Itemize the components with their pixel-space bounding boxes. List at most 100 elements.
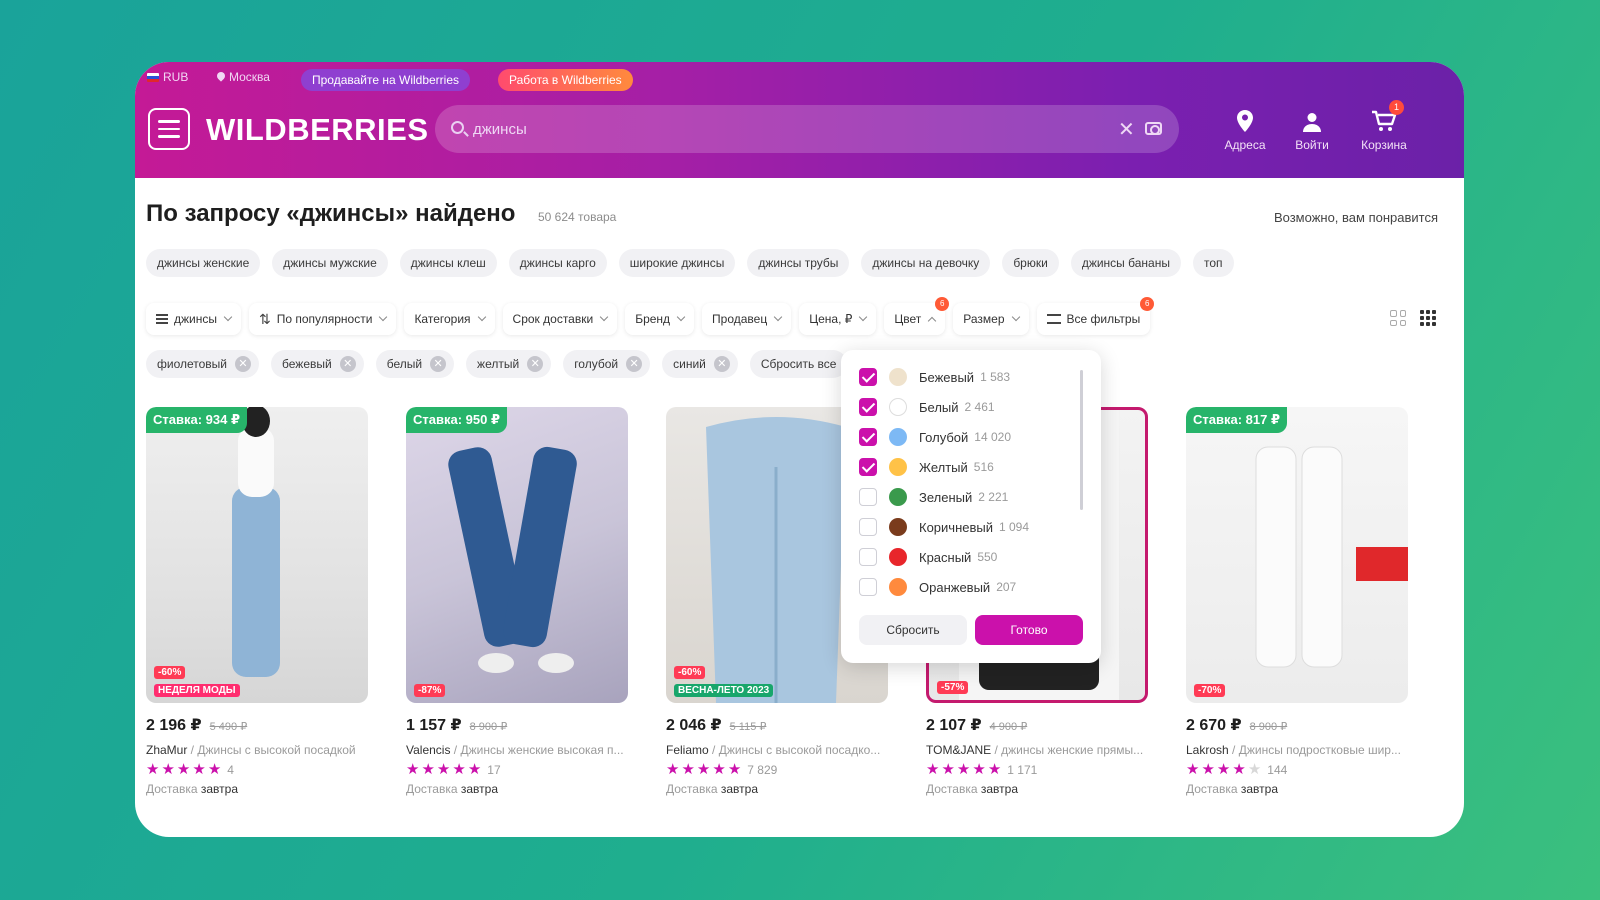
grid-view-icon[interactable]: [1390, 310, 1406, 326]
suggestion-chip[interactable]: джинсы бананы: [1070, 249, 1181, 277]
dropdown-reset-button[interactable]: Сбросить: [859, 615, 967, 645]
discount-badge: -60%: [154, 666, 186, 679]
product-brand: Valencis: [406, 743, 451, 757]
suggestion-chip[interactable]: джинсы мужские: [272, 249, 388, 277]
color-option[interactable]: Зеленый 2 221: [859, 482, 1008, 512]
selected-filter-label: синий: [673, 357, 706, 371]
color-option-count: 2 221: [978, 490, 1009, 504]
suggestion-chip[interactable]: топ: [1192, 249, 1234, 277]
brand-filter-button[interactable]: Бренд: [625, 303, 695, 335]
color-option[interactable]: Оранжевый 207: [859, 572, 1016, 602]
login-button[interactable]: Войти: [1280, 106, 1344, 152]
product-image[interactable]: Ставка: 817 ₽ -70%: [1186, 407, 1408, 703]
clear-icon[interactable]: ✕: [1118, 117, 1135, 142]
bid-badge: Ставка: 950 ₽: [406, 407, 508, 433]
camera-icon[interactable]: [1145, 122, 1162, 135]
location-pin-icon: [1213, 106, 1277, 132]
color-option[interactable]: Желтый 516: [859, 452, 994, 482]
size-filter-button[interactable]: Размер: [953, 303, 1029, 335]
category-filter-button[interactable]: Категория: [404, 303, 495, 335]
product-card[interactable]: Ставка: 950 ₽ -87% 1 157 ₽ 8 900 ₽ Valencis …: [406, 407, 628, 796]
color-option-count: 1 094: [999, 520, 1030, 534]
checkbox[interactable]: [859, 398, 877, 416]
user-icon: [1280, 106, 1344, 132]
sell-on-wildberries-link[interactable]: Продавайте на Wildberries: [301, 69, 471, 91]
color-option[interactable]: Красный 550: [859, 542, 997, 572]
checkbox[interactable]: [859, 548, 877, 566]
dropdown-done-button[interactable]: Готово: [975, 615, 1083, 645]
suggestion-chip[interactable]: широкие джинсы: [618, 249, 736, 277]
cart-button[interactable]: 1 Корзина: [1352, 100, 1416, 152]
checkbox[interactable]: [859, 368, 877, 386]
product-photo: [448, 446, 577, 673]
site-header: RUB Москва Продавайте на Wildberries Раб…: [135, 62, 1464, 178]
remove-filter-icon[interactable]: ✕: [430, 356, 447, 372]
color-option[interactable]: Белый 2 461: [859, 392, 995, 422]
suggestion-chip[interactable]: джинсы трубы: [747, 249, 850, 277]
remove-filter-icon[interactable]: ✕: [339, 356, 356, 372]
product-title[interactable]: Feliamo / Джинсы с высокой посадко...: [666, 743, 888, 757]
all-filters-button[interactable]: Все фильтры 6: [1036, 297, 1155, 335]
suggestion-chip[interactable]: джинсы женские: [146, 249, 261, 277]
product-title[interactable]: TOM&JANE / джинсы женские прямы...: [926, 743, 1148, 757]
color-option-name: Оранжевый: [919, 579, 991, 595]
checkbox[interactable]: [859, 488, 877, 506]
color-option[interactable]: Коричневый 1 094: [859, 512, 1029, 542]
maybe-like-link[interactable]: Возможно, вам понравится: [1274, 210, 1438, 225]
checkbox[interactable]: [859, 518, 877, 536]
delivery-info: Доставка завтра: [1186, 782, 1408, 796]
star-icon: ★: [696, 761, 711, 778]
product-title[interactable]: Lakrosh / Джинсы подростковые шир...: [1186, 743, 1408, 757]
suggestion-chip[interactable]: джинсы клеш: [399, 249, 497, 277]
remove-filter-icon[interactable]: ✕: [527, 356, 544, 372]
seller-filter-button[interactable]: Продавец: [702, 303, 792, 335]
color-swatch: [889, 488, 907, 506]
product-card[interactable]: Ставка: 934 ₽ -60% НЕДЕЛЯ МОДЫ 2 196 ₽ 5 490…: [146, 407, 368, 796]
delivery-day: завтра: [720, 782, 759, 796]
color-option[interactable]: Бежевый 1 583: [859, 362, 1010, 392]
color-filter-button[interactable]: Цвет 6: [884, 297, 950, 335]
reset-all-filters-button[interactable]: Сбросить все: [749, 350, 848, 378]
product-image[interactable]: Ставка: 934 ₽ -60% НЕДЕЛЯ МОДЫ: [146, 407, 368, 703]
checkbox[interactable]: [859, 428, 877, 446]
color-option-name: Голубой: [919, 429, 969, 445]
product-old-price: 5 490 ₽: [209, 721, 248, 733]
remove-filter-icon[interactable]: ✕: [713, 356, 730, 372]
suggestion-chip[interactable]: джинсы на девочку: [861, 249, 991, 277]
work-at-wildberries-link[interactable]: Работа в Wildberries: [498, 69, 633, 91]
remove-filter-icon[interactable]: ✕: [626, 356, 643, 372]
star-icon: ★: [161, 761, 175, 778]
menu-button[interactable]: [148, 108, 190, 150]
color-option[interactable]: Голубой 14 020: [859, 422, 1011, 452]
city-selector[interactable]: Москва: [217, 70, 270, 84]
query-filter-button[interactable]: джинсы: [146, 303, 241, 335]
product-title[interactable]: Valencis / Джинсы женские высокая п...: [406, 743, 628, 757]
scrollbar[interactable]: [1080, 370, 1083, 510]
site-logo[interactable]: WILDBERRIES: [206, 112, 429, 148]
suggestion-chip[interactable]: брюки: [1002, 249, 1059, 277]
product-name: / Джинсы женские высокая п...: [450, 743, 624, 757]
dense-grid-view-icon[interactable]: [1420, 310, 1436, 326]
color-option-count: 207: [996, 580, 1017, 594]
product-price: 2 670 ₽: [1186, 717, 1242, 734]
price-filter-button[interactable]: Цена, ₽: [799, 303, 877, 335]
checkbox[interactable]: [859, 578, 877, 596]
color-swatch: [889, 518, 907, 536]
product-image[interactable]: Ставка: 950 ₽ -87%: [406, 407, 628, 703]
top-bar: RUB Москва Продавайте на Wildberries Раб…: [135, 68, 1464, 92]
currency-selector[interactable]: RUB: [147, 70, 188, 84]
sort-button[interactable]: ⇅ По популярности: [248, 303, 397, 335]
color-swatch: [889, 368, 907, 386]
checkbox[interactable]: [859, 458, 877, 476]
remove-filter-icon[interactable]: ✕: [235, 356, 252, 372]
addresses-button[interactable]: Адреса: [1213, 106, 1277, 152]
product-title[interactable]: ZhaMur / Джинсы с высокой посадкой: [146, 743, 368, 757]
product-card[interactable]: Ставка: 817 ₽ -70% 2 670 ₽ 8 900 ₽ Lakrosh /…: [1186, 407, 1408, 796]
suggestion-chip[interactable]: джинсы карго: [508, 249, 607, 277]
product-brand: Lakrosh: [1186, 743, 1229, 757]
product-rating: ★ ★ ★ ★ ★ 144: [1186, 762, 1408, 777]
search-input[interactable]: [473, 105, 1093, 153]
delivery-filter-button[interactable]: Срок доставки: [502, 303, 618, 335]
sliders-icon: [1046, 314, 1061, 324]
delivery-prefix: Доставка: [1186, 782, 1241, 796]
